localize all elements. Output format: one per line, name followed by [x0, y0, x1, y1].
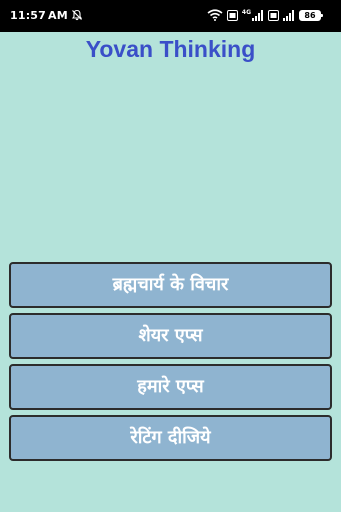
status-time: 11:57 AM — [10, 9, 68, 22]
network-type-label: 4G — [241, 8, 251, 16]
status-time-value: 11:57 — [10, 9, 47, 22]
signal-4g-icon — [252, 9, 263, 21]
mute-bell-icon — [71, 9, 83, 21]
main-menu: ब्रह्मचार्य के विचार शेयर एप्स हमारे एप्… — [9, 262, 332, 466]
volte-icon — [268, 9, 279, 21]
signal-icon — [283, 9, 294, 21]
signal-4g-group: 4G — [241, 8, 264, 21]
share-apps-button[interactable]: शेयर एप्स — [9, 313, 332, 359]
volte-icon — [226, 9, 238, 21]
status-icons: 4G 86 — [207, 8, 323, 22]
battery-icon: 86 — [299, 9, 323, 21]
app-title: Yovan Thinking — [85, 36, 256, 62]
our-apps-button[interactable]: हमारे एप्स — [9, 364, 332, 410]
give-rating-button[interactable]: रेटिंग दीजिये — [9, 415, 332, 461]
battery-level: 86 — [304, 10, 316, 20]
status-bar: 11:57 AM 4G 86 — [0, 0, 341, 32]
wifi-icon — [207, 9, 223, 21]
brahmacharya-thoughts-button[interactable]: ब्रह्मचार्य के विचार — [9, 262, 332, 308]
status-time-ampm: AM — [48, 9, 68, 22]
